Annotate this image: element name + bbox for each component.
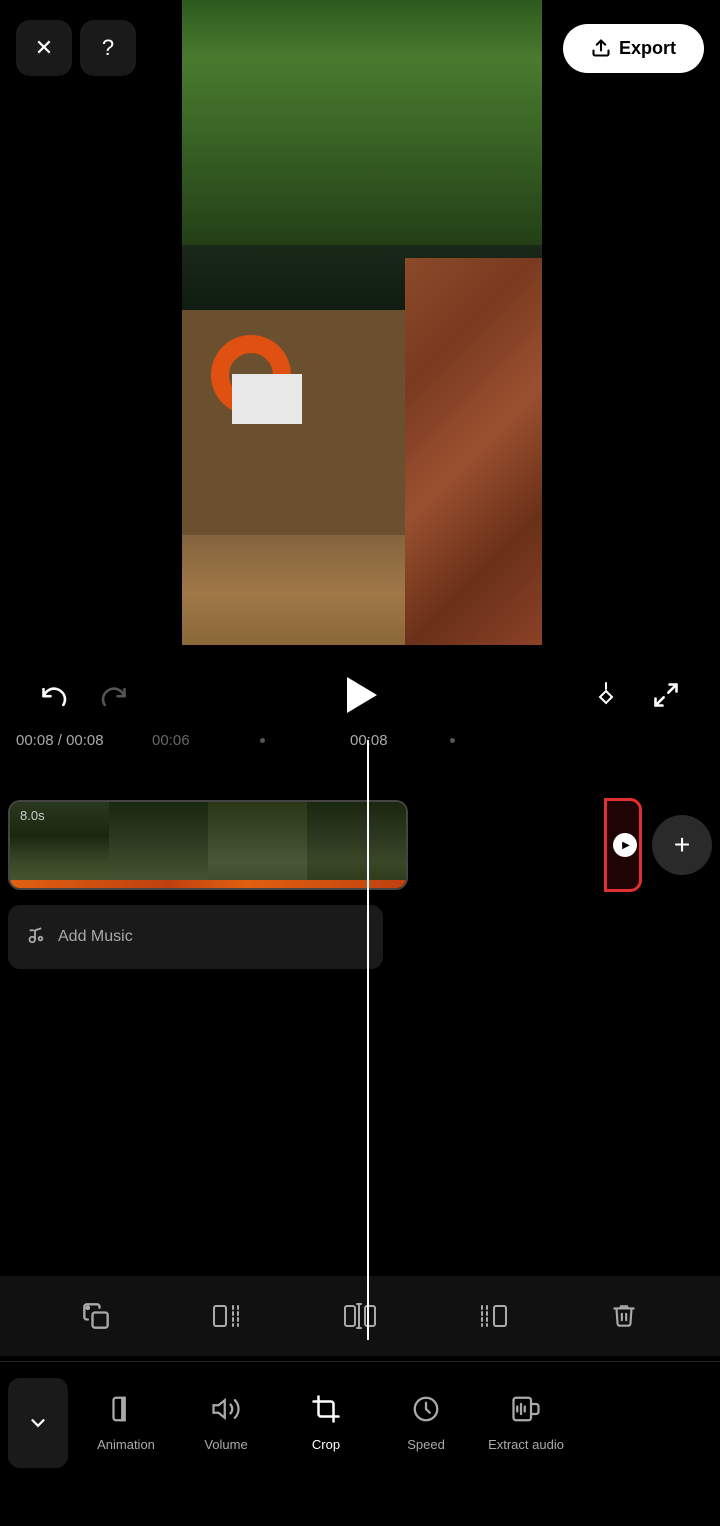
help-button[interactable]: ? — [80, 20, 136, 76]
split-icon — [344, 1302, 376, 1330]
keyframe-icon — [590, 679, 622, 711]
animation-label: Animation — [97, 1437, 155, 1452]
animation-icon — [111, 1394, 141, 1431]
extract-audio-label: Extract audio — [488, 1437, 564, 1452]
nav-item-extract-audio[interactable]: Extract audio — [476, 1378, 576, 1468]
redo-icon — [100, 681, 128, 709]
undo-button[interactable] — [30, 671, 78, 719]
split-right-button[interactable] — [464, 1288, 520, 1344]
nav-item-animation[interactable]: Animation — [76, 1378, 176, 1468]
video-scene — [182, 0, 542, 645]
time-dot-1 — [260, 738, 265, 743]
fullscreen-button[interactable] — [642, 671, 690, 719]
add-clip-button[interactable]: + — [652, 815, 712, 875]
video-strip-container: 8.0s — [8, 800, 640, 890]
delete-icon — [611, 1302, 637, 1330]
undo-icon — [40, 681, 68, 709]
strip-orange-bar — [10, 880, 406, 888]
copy-clip-button[interactable] — [68, 1288, 124, 1344]
video-strip[interactable]: 8.0s — [8, 800, 408, 890]
volume-label: Volume — [204, 1437, 247, 1452]
strip-frame-3 — [208, 802, 307, 888]
strip-duration-label: 8.0s — [20, 808, 45, 823]
play-icon — [347, 677, 377, 713]
music-icon — [24, 923, 46, 951]
add-music-label: Add Music — [58, 928, 133, 946]
nav-item-crop[interactable]: Crop — [276, 1378, 376, 1468]
strip-frame-2 — [109, 802, 208, 888]
delete-clip-button[interactable] — [596, 1288, 652, 1344]
time-labels: 00:08 / 00:08 00:06 00:08 — [0, 720, 720, 760]
time-marker-06: 00:06 — [152, 732, 190, 749]
scene-brick — [405, 258, 542, 645]
strip-end-highlight — [604, 798, 642, 892]
time-current: 00:08 / 00:08 — [16, 732, 104, 749]
split-button[interactable] — [332, 1288, 388, 1344]
play-button[interactable] — [332, 667, 388, 723]
video-preview — [182, 0, 542, 645]
add-music-row[interactable]: Add Music — [8, 905, 383, 969]
strip-frames — [10, 802, 406, 888]
export-icon — [591, 38, 611, 58]
top-bar: ✕ ? Export — [0, 0, 720, 80]
playhead-line — [367, 740, 369, 1340]
time-dot-2 — [450, 738, 455, 743]
nav-item-speed[interactable]: Speed — [376, 1378, 476, 1468]
crop-label: Crop — [312, 1437, 340, 1452]
redo-button[interactable] — [90, 671, 138, 719]
extract-audio-icon — [511, 1394, 541, 1431]
bottom-nav-inner: Animation Volume Crop — [0, 1362, 720, 1526]
crop-icon — [311, 1394, 341, 1431]
speed-label: Speed — [407, 1437, 445, 1452]
copy-icon — [82, 1302, 110, 1330]
fullscreen-icon — [652, 681, 680, 709]
top-left-buttons: ✕ ? — [16, 20, 136, 76]
split-left-button[interactable] — [200, 1288, 256, 1344]
bottom-nav: Animation Volume Crop — [0, 1361, 720, 1526]
collapse-icon — [27, 1412, 49, 1434]
scene-box — [232, 374, 302, 424]
nav-item-volume[interactable]: Volume — [176, 1378, 276, 1468]
split-right-icon — [477, 1302, 507, 1330]
export-button[interactable]: Export — [563, 24, 704, 73]
nav-collapse-button[interactable] — [8, 1378, 68, 1468]
speed-icon — [411, 1394, 441, 1431]
close-button[interactable]: ✕ — [16, 20, 72, 76]
clip-toolbar — [0, 1276, 720, 1356]
strip-frame-4 — [307, 802, 406, 888]
split-left-icon — [213, 1302, 243, 1330]
export-label: Export — [619, 38, 676, 59]
volume-icon — [211, 1394, 241, 1431]
keyframe-button[interactable] — [582, 671, 630, 719]
strip-end-arrow[interactable] — [613, 833, 637, 857]
